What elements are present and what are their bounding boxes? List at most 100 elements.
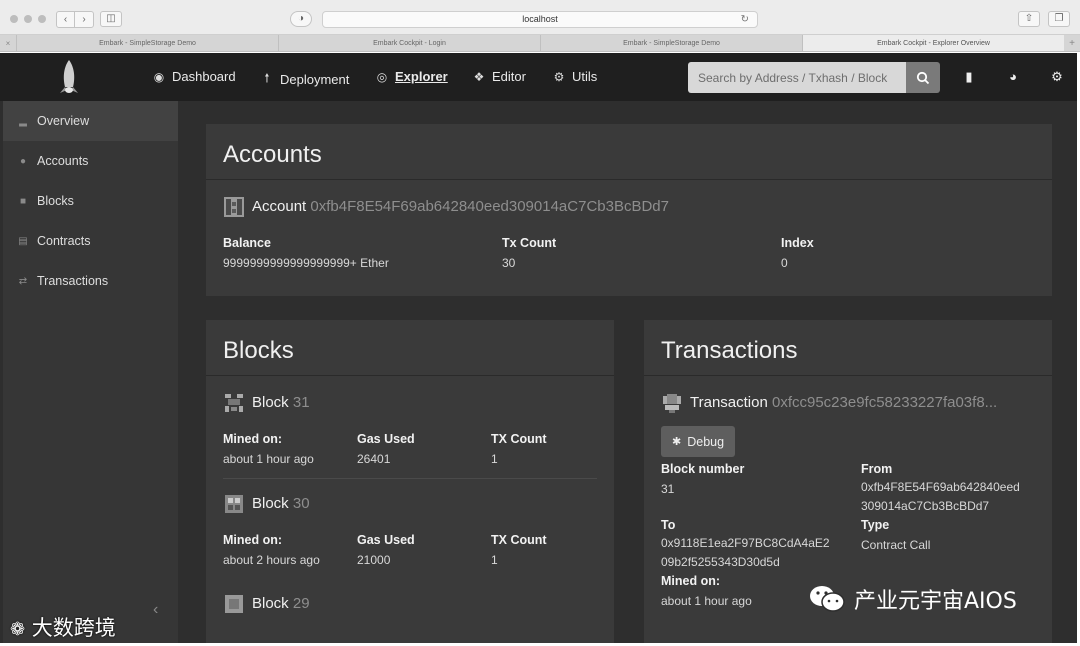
from-label: From xyxy=(861,462,893,476)
gear-icon: ⚙ xyxy=(553,69,565,84)
to-address[interactable]: 0x9118E1ea2F97BC8CdA4aE2 09b2f5255343D30… xyxy=(661,534,861,572)
transaction-hash[interactable]: 0xfcc95c23e9fc58233227fa03f8... xyxy=(772,394,997,411)
account-row-title[interactable]: Account 0xfb4F8E54F69ab642840eed309014aC… xyxy=(223,196,1035,218)
block-row-title[interactable]: Block 31 xyxy=(223,392,597,414)
settings-icon[interactable]: ⚙ xyxy=(1048,68,1066,86)
browser-tab[interactable]: Embark - SimpleStorage Demo xyxy=(16,35,278,51)
share-icon[interactable]: ⇧ xyxy=(1018,11,1040,27)
from-address-line: 309014aC7Cb3BcBDd7 xyxy=(861,499,990,513)
back-icon[interactable]: ‹ xyxy=(57,12,75,27)
block-number[interactable]: 31 xyxy=(293,394,310,411)
block-identicon xyxy=(225,495,243,513)
block-prefix: Block xyxy=(252,594,289,612)
gas-label: Gas Used xyxy=(357,533,415,547)
sidebar-item-label: Blocks xyxy=(37,194,74,208)
transactions-title: Transactions xyxy=(644,320,1052,376)
block-item: Block 29 xyxy=(223,593,597,615)
block-row-title[interactable]: Block 29 xyxy=(223,593,597,615)
transaction-prefix: Transaction xyxy=(690,393,768,411)
nav-label: Explorer xyxy=(395,69,448,84)
txcount-value: 1 xyxy=(491,553,498,567)
watermark-left-text: 大数跨境 xyxy=(31,616,116,640)
privacy-icon[interactable]: ◑ xyxy=(290,11,312,27)
nav-label: Editor xyxy=(492,69,526,84)
transaction-row-title[interactable]: Transaction 0xfcc95c23e9fc58233227fa03f8… xyxy=(661,392,1035,414)
gas-value: 21000 xyxy=(357,553,391,567)
wechat-icon xyxy=(810,586,845,612)
app-header: ◉ Dashboard 🠕 Deployment ◎ Explorer ❖ Ed… xyxy=(0,53,1077,101)
sidebar-item-blocks[interactable]: ■ Blocks xyxy=(3,181,178,221)
url-text: localhost xyxy=(522,14,558,24)
txcount-label: TX Count xyxy=(491,432,547,446)
sidebar-item-label: Accounts xyxy=(37,154,89,168)
search-button[interactable] xyxy=(906,62,940,93)
browser-tab[interactable]: Embark Cockpit - Login xyxy=(278,35,540,51)
txcount-label: Tx Count xyxy=(502,236,557,250)
to-address-line: 0x9118E1ea2F97BC8CdA4aE2 xyxy=(661,536,830,550)
forward-icon[interactable]: › xyxy=(75,12,93,27)
block-row-title[interactable]: Block 30 xyxy=(223,493,597,515)
account-identicon xyxy=(224,197,244,217)
nav-label: Dashboard xyxy=(172,69,236,84)
sidebar: ▂ Overview ● Accounts ■ Blocks ▤ Contrac… xyxy=(3,101,178,643)
watermark-right: 产业元宇宙AIOS xyxy=(808,583,1017,615)
browser-tab-active[interactable]: Embark Cockpit - Explorer Overview xyxy=(802,35,1064,51)
sidebar-item-transactions[interactable]: ⇄ Transactions xyxy=(3,261,178,301)
mined-value: about 2 hours ago xyxy=(223,553,320,567)
gas-label: Gas Used xyxy=(357,432,415,446)
from-address[interactable]: 0xfb4F8E54F69ab642840eed 309014aC7Cb3BcB… xyxy=(861,478,1041,516)
nav-label: Deployment xyxy=(280,72,350,87)
type-label: Type xyxy=(861,518,890,532)
nav-utils[interactable]: ⚙ Utils xyxy=(552,69,598,84)
account-prefix: Account xyxy=(252,197,307,215)
block-number-value[interactable]: 31 xyxy=(661,482,861,496)
block-identicon xyxy=(225,394,243,412)
account-address[interactable]: 0xfb4F8E54F69ab642840eed309014aC7Cb3BcBD… xyxy=(310,198,669,215)
embark-cockpit: ◉ Dashboard 🠕 Deployment ◎ Explorer ❖ Ed… xyxy=(0,53,1077,643)
dashboard-icon: ◉ xyxy=(153,69,165,84)
block-prefix: Block xyxy=(252,494,289,512)
close-tab-icon[interactable]: × xyxy=(0,35,16,51)
gas-value: 26401 xyxy=(357,452,391,466)
browser-tab[interactable]: Embark - SimpleStorage Demo xyxy=(540,35,802,51)
github-icon[interactable]: ◕ xyxy=(1004,68,1022,86)
sidebar-item-overview[interactable]: ▂ Overview xyxy=(3,101,178,141)
nav-explorer[interactable]: ◎ Explorer xyxy=(375,69,448,84)
to-label: To xyxy=(661,518,676,532)
embark-logo-icon[interactable] xyxy=(56,59,82,95)
accounts-title: Accounts xyxy=(206,124,1052,180)
nav-dashboard[interactable]: ◉ Dashboard xyxy=(152,69,236,84)
search-input[interactable] xyxy=(688,62,906,93)
block-item: Block 30 Mined on: about 2 hours ago Gas … xyxy=(223,493,597,567)
sidebar-item-accounts[interactable]: ● Accounts xyxy=(3,141,178,181)
block-identicon xyxy=(225,595,243,613)
window-controls[interactable] xyxy=(10,15,46,23)
sidebar-item-contracts[interactable]: ▤ Contracts xyxy=(3,221,178,261)
new-tab-icon[interactable]: + xyxy=(1064,35,1080,51)
search-icon xyxy=(916,71,930,84)
nav-editor[interactable]: ❖ Editor xyxy=(472,69,526,84)
nav-deployment[interactable]: 🠕 Deployment xyxy=(260,69,349,90)
tabs-overview-icon[interactable]: ❐ xyxy=(1048,11,1070,27)
sidebar-item-label: Transactions xyxy=(37,274,109,288)
block-number-label: Block number xyxy=(661,462,745,476)
address-bar[interactable]: localhost ↻ xyxy=(322,11,758,28)
transaction-identicon xyxy=(663,394,681,413)
history-nav[interactable]: ‹ › xyxy=(56,11,94,28)
book-icon[interactable]: ▮ xyxy=(960,68,978,86)
browser-toolbar: ‹ › ◫ ◑ localhost ↻ ⇧ ❐ xyxy=(0,0,1080,35)
chart-icon: ▂ xyxy=(19,115,27,127)
block-item: Block 31 Mined on: about 1 hour ago Gas U… xyxy=(223,392,597,479)
sidebar-toggle-icon[interactable]: ◫ xyxy=(100,11,122,27)
collapse-sidebar-icon[interactable]: ‹ xyxy=(153,601,158,619)
tab-bar: × Embark - SimpleStorage Demo Embark Coc… xyxy=(0,35,1080,52)
index-label: Index xyxy=(781,236,814,250)
blocks-title: Blocks xyxy=(206,320,614,376)
block-number[interactable]: 30 xyxy=(293,495,310,512)
watermark-right-text: 产业元宇宙AIOS xyxy=(854,589,1017,614)
mined-value: about 1 hour ago xyxy=(223,452,314,466)
reload-icon[interactable]: ↻ xyxy=(741,12,749,27)
block-number[interactable]: 29 xyxy=(293,595,310,612)
txcount-value: 30 xyxy=(502,256,516,270)
to-address-line: 09b2f5255343D30d5d xyxy=(661,555,780,569)
